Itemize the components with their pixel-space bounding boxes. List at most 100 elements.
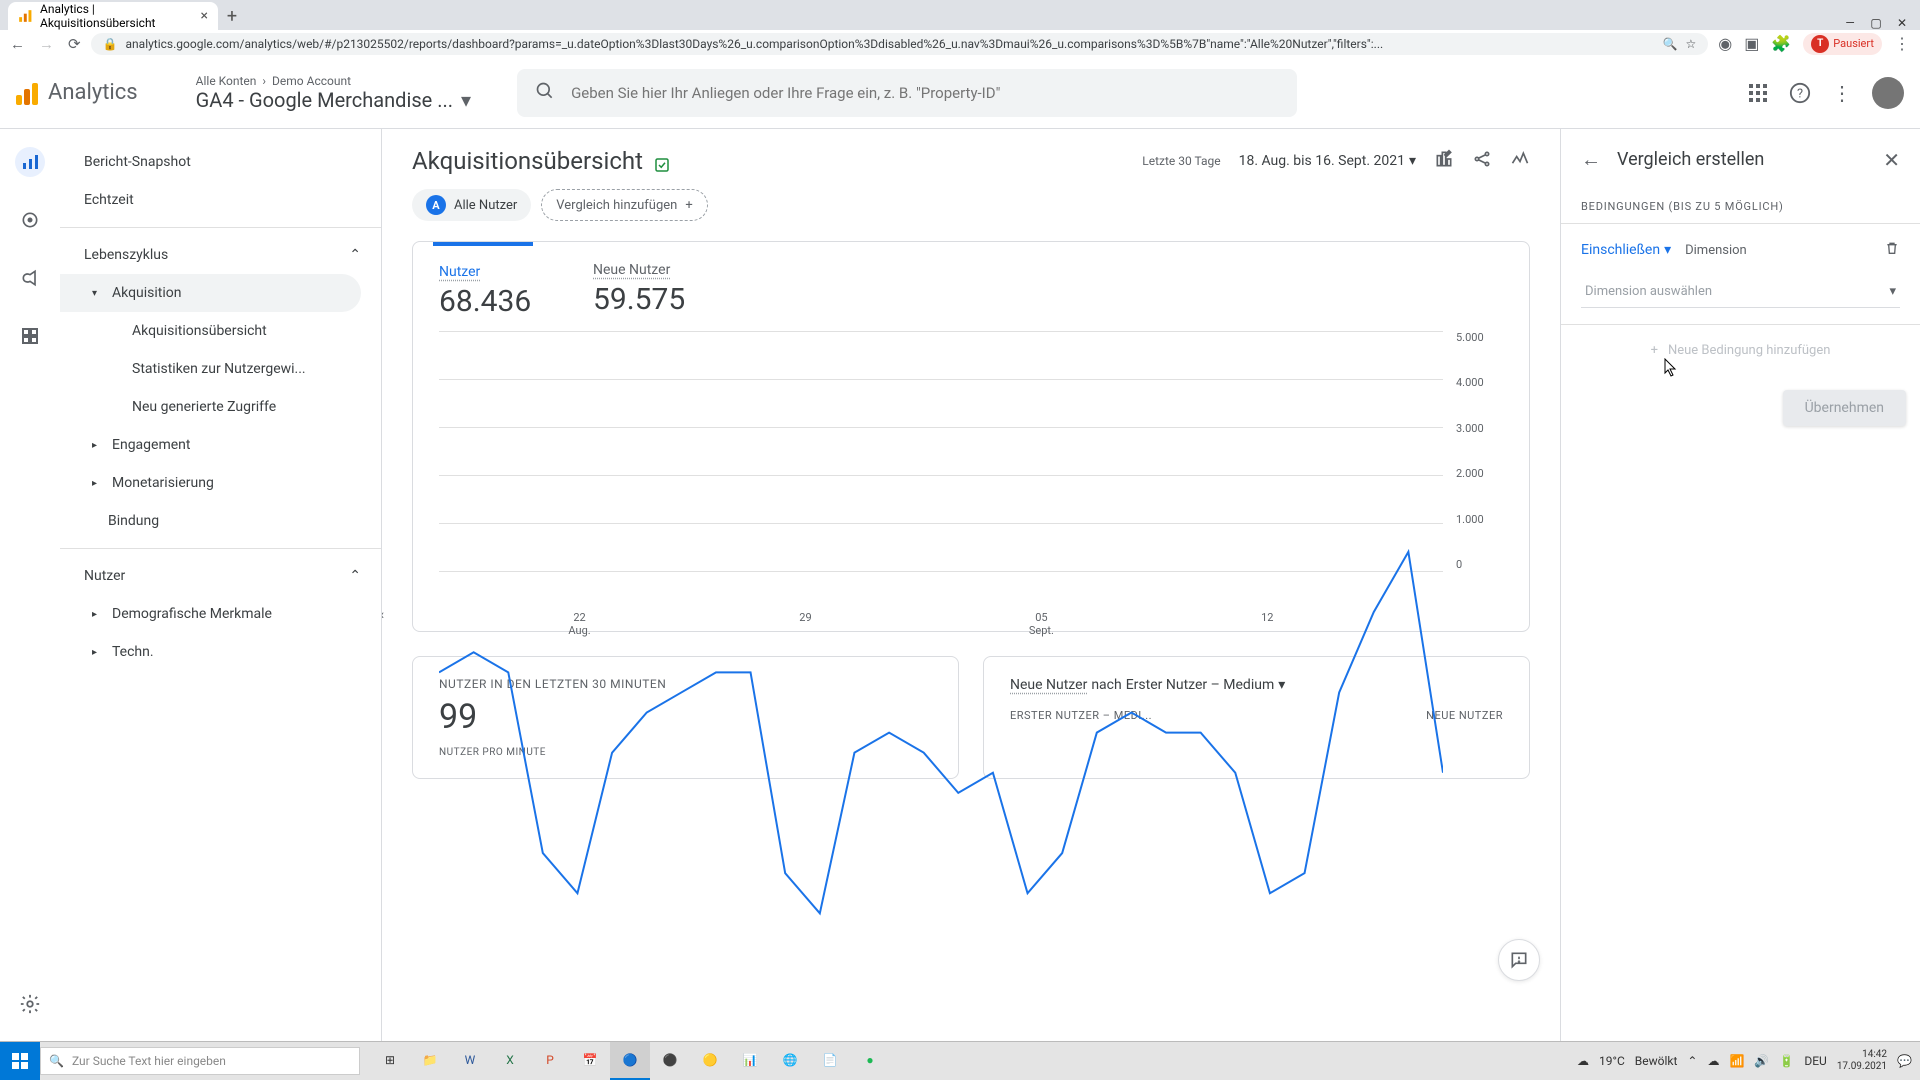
- sidebar-item-retention[interactable]: Bindung: [60, 502, 381, 540]
- forward-icon[interactable]: →: [39, 35, 54, 53]
- battery-icon[interactable]: 🔋: [1779, 1054, 1794, 1068]
- back-arrow-icon[interactable]: ←: [1581, 147, 1601, 172]
- ga-favicon: [18, 9, 32, 23]
- sidebar-item-tech[interactable]: Techn.: [60, 633, 381, 671]
- profile-badge[interactable]: T Pausiert: [1803, 33, 1882, 55]
- sidebar-section-user[interactable]: Nutzer ⌃: [60, 557, 381, 595]
- app-icon-4[interactable]: 📄: [810, 1042, 850, 1080]
- plus-icon: +: [1651, 343, 1658, 358]
- user-avatar[interactable]: [1872, 77, 1904, 109]
- chip-all-users[interactable]: A Alle Nutzer: [412, 189, 531, 221]
- new-tab-button[interactable]: +: [218, 2, 246, 30]
- kebab-icon[interactable]: ⋮: [1830, 81, 1854, 105]
- extension-icon-2[interactable]: ▣: [1744, 34, 1759, 53]
- wifi-icon[interactable]: 📶: [1729, 1054, 1744, 1068]
- taskbar-search[interactable]: 🔍 Zur Suche Text hier eingeben: [40, 1047, 360, 1075]
- account-selector[interactable]: Alle Konten › Demo Account GA4 - Google …: [196, 74, 471, 112]
- star-icon[interactable]: ☆: [1686, 37, 1697, 51]
- include-dropdown[interactable]: Einschließen ▾: [1581, 242, 1671, 258]
- ga-logo[interactable]: Analytics: [16, 80, 138, 105]
- edge-icon[interactable]: 🌐: [770, 1042, 810, 1080]
- apply-button[interactable]: Übernehmen: [1783, 390, 1906, 426]
- url-field[interactable]: 🔒 analytics.google.com/analytics/web/#/p…: [91, 33, 1709, 55]
- excel-icon[interactable]: X: [490, 1042, 530, 1080]
- sidebar-item-demographics[interactable]: Demografische Merkmale: [60, 595, 381, 633]
- delete-condition-icon[interactable]: [1884, 240, 1900, 260]
- sidebar-item-acq-traffic[interactable]: Neu generierte Zugriffe: [60, 388, 381, 426]
- tray-chevron-icon[interactable]: ⌃: [1687, 1054, 1697, 1068]
- sidebar-item-acq-overview[interactable]: Akquisitionsübersicht: [60, 312, 381, 350]
- reports-icon[interactable]: [15, 147, 45, 177]
- chrome-icon[interactable]: 🔵: [610, 1042, 650, 1080]
- app-icon-3[interactable]: 📊: [730, 1042, 770, 1080]
- powerpoint-icon[interactable]: P: [530, 1042, 570, 1080]
- clock[interactable]: 14:42 17.09.2021: [1837, 1049, 1887, 1073]
- extensions-icon[interactable]: 🧩: [1771, 34, 1791, 53]
- date-range-picker[interactable]: 18. Aug. bis 16. Sept. 2021 ▾: [1239, 153, 1416, 169]
- maximize-icon[interactable]: ▢: [1868, 16, 1884, 30]
- sidebar-section-lifecycle[interactable]: Lebenszyklus ⌃: [60, 236, 381, 274]
- sidebar-item-engagement[interactable]: Engagement: [60, 426, 381, 464]
- help-icon[interactable]: ?: [1788, 81, 1812, 105]
- minimize-icon[interactable]: —: [1842, 16, 1858, 30]
- collapse-sidebar-icon[interactable]: ‹: [382, 585, 394, 645]
- nav-rail: [0, 129, 60, 1041]
- lang-indicator[interactable]: DEU: [1804, 1054, 1826, 1068]
- share-icon[interactable]: [1472, 149, 1492, 173]
- sidebar-item-acquisition[interactable]: Akquisition: [60, 274, 361, 312]
- sidebar-item-realtime[interactable]: Echtzeit: [60, 181, 381, 219]
- search-input[interactable]: [571, 84, 1279, 102]
- breadcrumb-child: Demo Account: [272, 74, 351, 88]
- sidebar-item-snapshot[interactable]: Bericht-Snapshot: [60, 143, 381, 181]
- sidebar-item-monetization[interactable]: Monetarisierung: [60, 464, 381, 502]
- search-box[interactable]: [517, 69, 1297, 117]
- weather-icon[interactable]: ☁: [1577, 1054, 1589, 1068]
- metric-new-users[interactable]: Neue Nutzer 59.575: [593, 262, 685, 319]
- zoom-icon[interactable]: 🔍: [1663, 37, 1678, 51]
- date-preset-label: Letzte 30 Tage: [1142, 154, 1220, 168]
- plus-icon: +: [685, 198, 692, 213]
- profile-status: Pausiert: [1833, 37, 1874, 50]
- chevron-up-icon: ⌃: [349, 568, 361, 584]
- app-icon[interactable]: 📅: [570, 1042, 610, 1080]
- chip-letter-a: A: [426, 195, 446, 215]
- add-condition-button[interactable]: + Neue Bedingung hinzufügen: [1561, 325, 1920, 376]
- notifications-icon[interactable]: 💬: [1897, 1054, 1912, 1068]
- taskview-icon[interactable]: ⊞: [370, 1042, 410, 1080]
- dimension-label: Dimension: [1685, 243, 1747, 258]
- explore-icon[interactable]: [15, 205, 45, 235]
- advertise-icon[interactable]: [15, 263, 45, 293]
- browser-tab[interactable]: Analytics | Akquisitionsübersicht ×: [8, 2, 218, 30]
- url-text: analytics.google.com/analytics/web/#/p21…: [126, 37, 1655, 51]
- word-icon[interactable]: W: [450, 1042, 490, 1080]
- dimension-select[interactable]: Dimension auswählen ▾: [1581, 276, 1900, 308]
- metric-users[interactable]: Nutzer 68.436: [439, 262, 533, 319]
- feedback-button[interactable]: [1498, 939, 1540, 981]
- start-button[interactable]: [0, 1042, 40, 1080]
- main-content: ‹ Akquisitionsübersicht Letzte 30 Tage 1…: [382, 129, 1560, 1041]
- configure-icon[interactable]: [15, 321, 45, 351]
- explorer-icon[interactable]: 📁: [410, 1042, 450, 1080]
- onedrive-icon[interactable]: ☁: [1707, 1054, 1719, 1068]
- customize-icon[interactable]: [1434, 149, 1454, 173]
- insights-icon[interactable]: [1510, 149, 1530, 173]
- extension-icon-1[interactable]: ◉: [1718, 34, 1732, 53]
- kebab-menu-icon[interactable]: ⋮: [1894, 34, 1910, 53]
- chevron-right-icon: ›: [262, 74, 266, 88]
- spotify-icon[interactable]: ●: [850, 1042, 890, 1080]
- add-comparison-chip[interactable]: Vergleich hinzufügen +: [541, 189, 707, 221]
- obs-icon[interactable]: ⚫: [650, 1042, 690, 1080]
- apps-icon[interactable]: [1746, 81, 1770, 105]
- app-icon-2[interactable]: 🟡: [690, 1042, 730, 1080]
- weather-text: Bewölkt: [1635, 1054, 1678, 1068]
- back-icon[interactable]: ←: [10, 35, 25, 53]
- close-panel-icon[interactable]: ✕: [1883, 148, 1900, 172]
- comparison-panel: ← Vergleich erstellen ✕ BEDINGUNGEN (BIS…: [1560, 129, 1920, 1041]
- trend-card: Nutzer 68.436 Neue Nutzer 59.575 5.0004.…: [412, 241, 1530, 632]
- tab-close-icon[interactable]: ×: [201, 8, 208, 24]
- gear-icon[interactable]: [15, 989, 45, 1019]
- close-window-icon[interactable]: ✕: [1894, 16, 1910, 30]
- sidebar-item-acq-stats[interactable]: Statistiken zur Nutzergewi...: [60, 350, 381, 388]
- reload-icon[interactable]: ⟳: [68, 35, 81, 53]
- sound-icon[interactable]: 🔊: [1754, 1054, 1769, 1068]
